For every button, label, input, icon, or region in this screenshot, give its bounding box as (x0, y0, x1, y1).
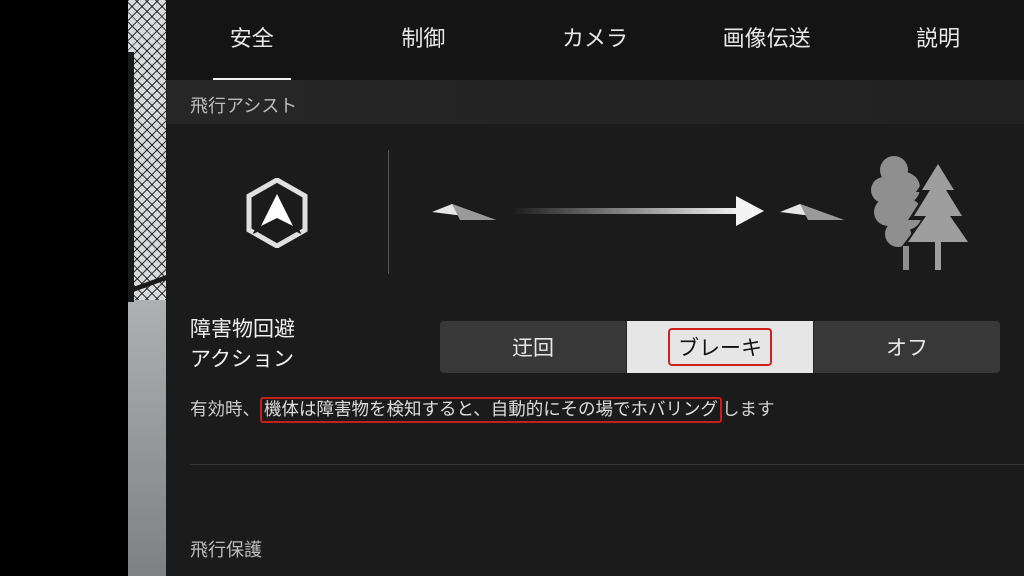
option-off-label: オフ (886, 336, 928, 360)
camera-feed-background (128, 0, 166, 576)
obstacle-illustration (166, 124, 1024, 294)
tab-bar: 安全 制御 カメラ 画像伝送 説明 (166, 0, 1024, 80)
goal-frame (128, 52, 134, 302)
option-brake-label: ブレーキ (668, 328, 772, 366)
obstacle-action-label-line1: 障害物回避 (190, 317, 295, 341)
description-highlight: 機体は障害物を検知すると、自動的にその場でホバリング (260, 397, 722, 423)
tab-transmission[interactable]: 画像伝送 (681, 0, 853, 80)
flight-protection-title: 飛行保護 (190, 540, 262, 561)
aircraft-icon (432, 204, 496, 220)
description-prefix: 有効時、 (190, 400, 260, 420)
obstacle-avoidance-icon (246, 178, 308, 248)
trees-icon (871, 156, 974, 270)
option-bypass-label: 迂回 (512, 336, 554, 360)
obstacle-action-label: 障害物回避 アクション (190, 314, 295, 374)
option-off[interactable]: オフ (813, 321, 1000, 373)
illustration-divider (388, 150, 389, 274)
arrow-right-icon (512, 196, 764, 226)
aircraft-icon (780, 204, 844, 220)
obstacle-action-selector: 迂回 ブレーキ オフ (440, 321, 1000, 373)
settings-panel: 安全 制御 カメラ 画像伝送 説明 飛行アシスト 障害物回避 アクション 迂回 … (166, 0, 1024, 576)
floor-image (128, 300, 166, 576)
tab-about[interactable]: 説明 (852, 0, 1024, 80)
description-suffix: します (721, 400, 775, 420)
tab-control[interactable]: 制御 (338, 0, 510, 80)
tab-camera[interactable]: カメラ (509, 0, 681, 80)
tab-safety[interactable]: 安全 (166, 0, 338, 80)
section-divider (190, 464, 1024, 465)
obstacle-action-label-line2: アクション (190, 347, 294, 371)
obstacle-action-description: 有効時、 機体は障害物を検知すると、自動的にその場でホバリング します (190, 396, 775, 423)
option-bypass[interactable]: 迂回 (440, 321, 626, 373)
option-brake[interactable]: ブレーキ (626, 321, 813, 373)
letterbox-left (0, 0, 128, 576)
flight-assist-title: 飛行アシスト (190, 96, 298, 117)
